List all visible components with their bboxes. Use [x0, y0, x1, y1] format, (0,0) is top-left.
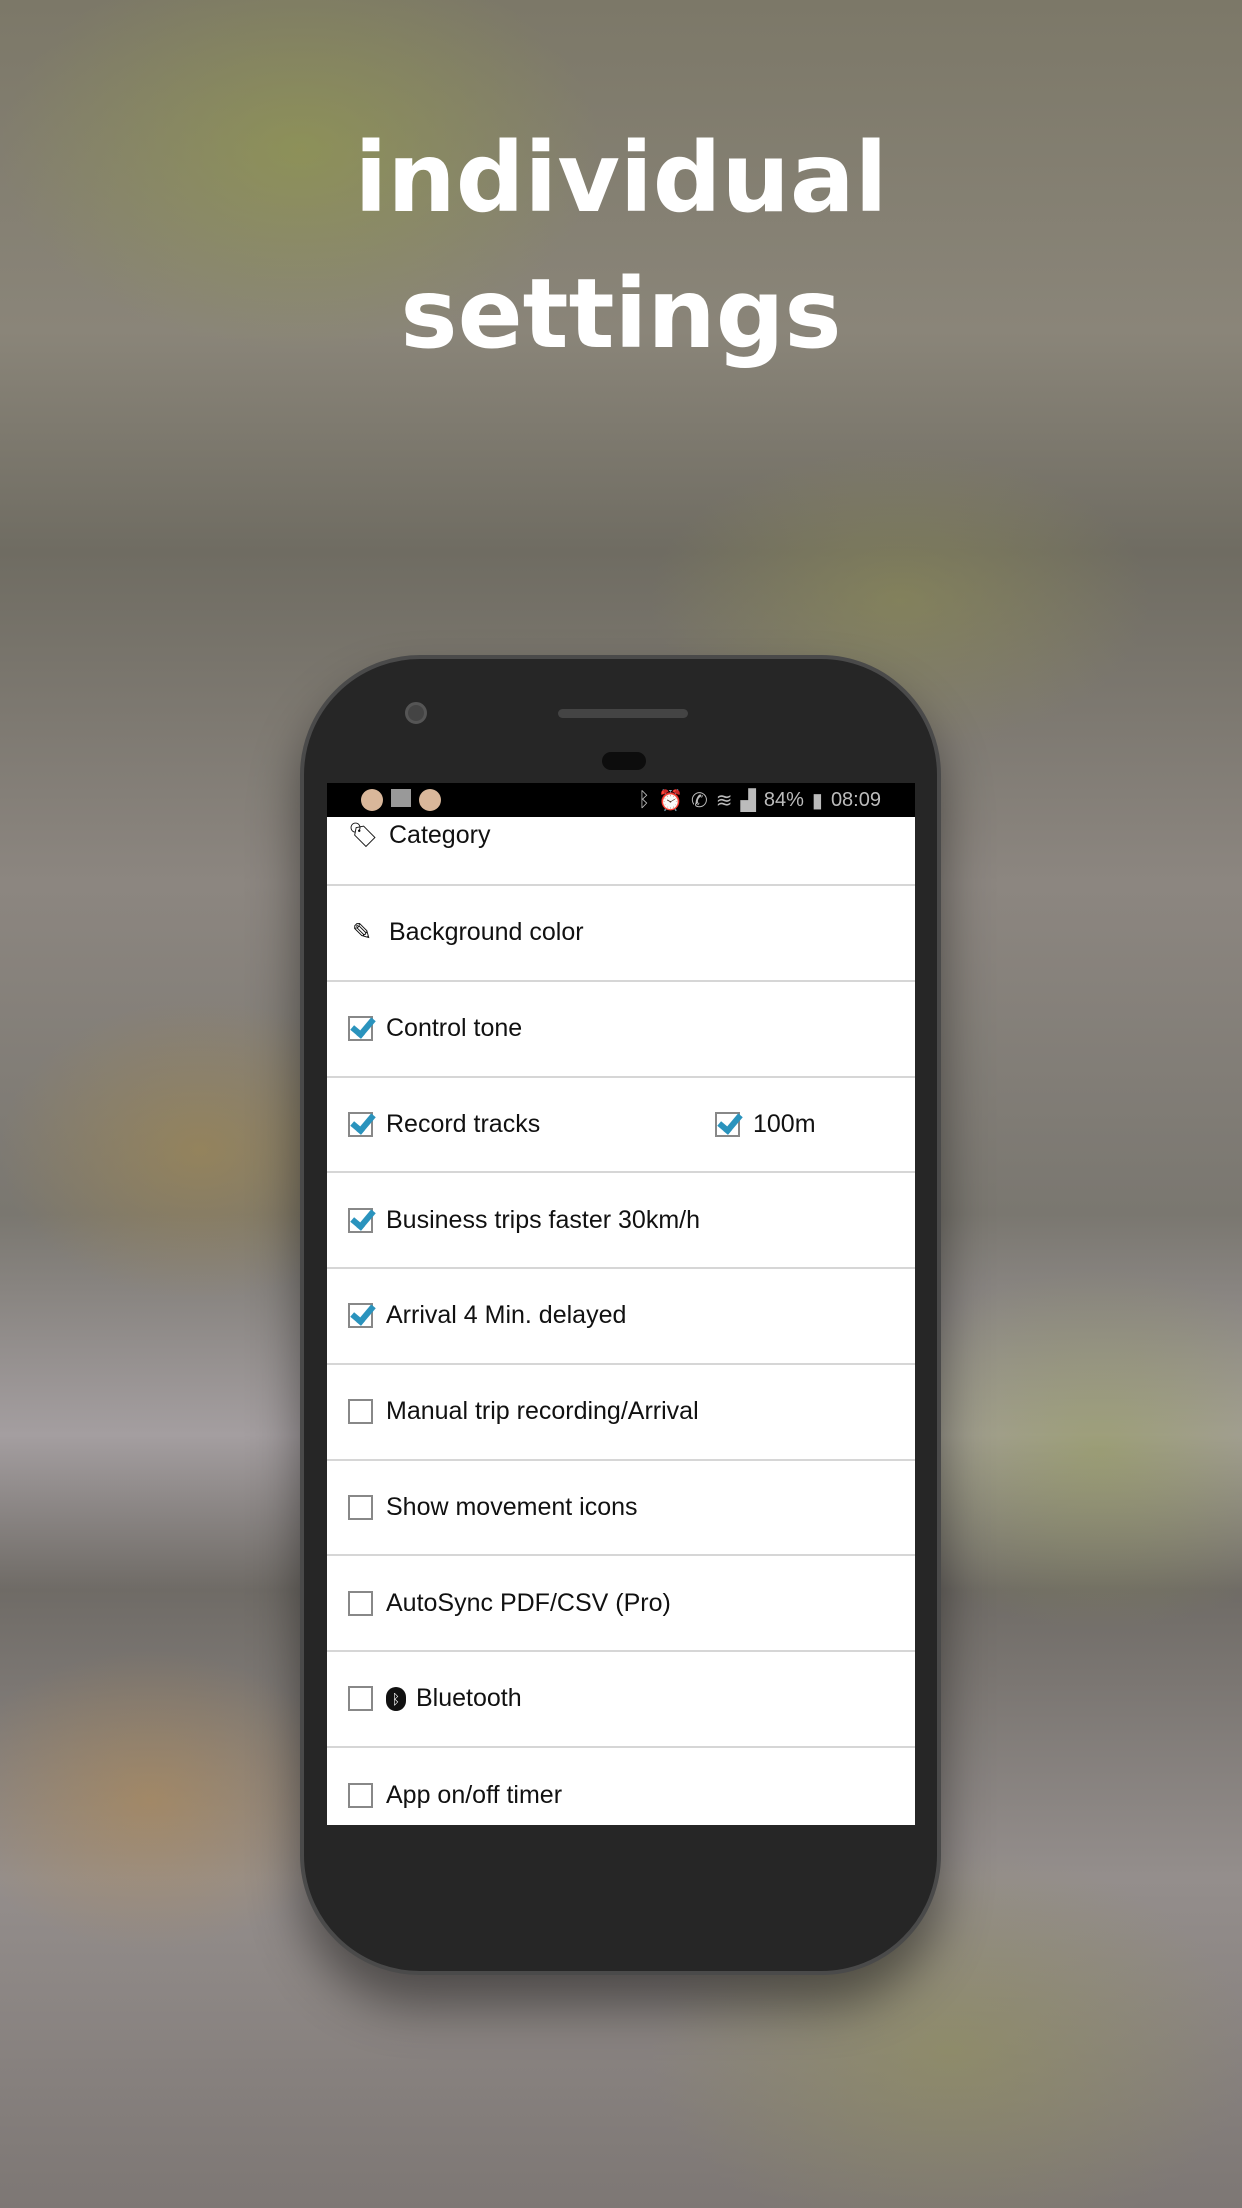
signal-icon: ▟	[740, 789, 756, 812]
checkbox[interactable]	[715, 1111, 740, 1137]
battery-icon: ▮	[811, 789, 823, 812]
checkbox[interactable]	[348, 1399, 373, 1425]
setting-label: Business trips faster 30km/h	[386, 1205, 701, 1234]
checkbox[interactable]	[348, 1303, 373, 1329]
grs-app-icon	[419, 789, 441, 811]
phone-screen: ᛒ ⏰ ✆ ≋ ▟ 84% ▮ 08:09 🏷 Category ✎ Backg…	[327, 783, 915, 1825]
setting-label: Arrival 4 Min. delayed	[386, 1301, 627, 1330]
camera	[405, 702, 427, 724]
setting-label: Record tracks	[386, 1109, 541, 1138]
checkbox[interactable]	[348, 1686, 373, 1712]
wifi-icon: ≋	[715, 789, 733, 812]
image-icon	[391, 789, 411, 807]
tag-icon: 🏷	[348, 822, 379, 849]
setting-label: Bluetooth	[416, 1684, 522, 1713]
wifi-call-icon: ✆	[690, 789, 708, 812]
setting-arrival-delay[interactable]: Arrival 4 Min. delayed	[327, 1269, 915, 1365]
checkbox[interactable]	[348, 1494, 373, 1520]
checkbox[interactable]	[348, 1111, 373, 1137]
setting-control-tone[interactable]: Control tone	[327, 982, 915, 1078]
setting-movement-icons[interactable]: Show movement icons	[327, 1461, 915, 1557]
speaker	[558, 709, 688, 718]
checkbox[interactable]	[348, 1207, 373, 1233]
setting-label: Show movement icons	[386, 1492, 638, 1521]
setting-category[interactable]: 🏷 Category	[327, 817, 915, 886]
track-interval-label: 100m	[753, 1109, 816, 1138]
setting-label: Control tone	[386, 1014, 523, 1043]
checkbox[interactable]	[348, 1590, 373, 1616]
setting-business-trips[interactable]: Business trips faster 30km/h	[327, 1173, 915, 1269]
track-interval-option[interactable]: 100m	[715, 1110, 816, 1139]
setting-label: App on/off timer	[386, 1781, 563, 1810]
setting-background-color[interactable]: ✎ Background color	[327, 886, 915, 982]
setting-label: AutoSync PDF/CSV (Pro)	[386, 1588, 671, 1617]
sensor	[602, 752, 646, 770]
setting-manual-recording[interactable]: Manual trip recording/Arrival	[327, 1365, 915, 1461]
setting-app-timer[interactable]: App on/off timer	[327, 1748, 915, 1825]
setting-record-tracks[interactable]: Record tracks 100m	[327, 1078, 915, 1174]
setting-label: Manual trip recording/Arrival	[386, 1397, 699, 1426]
setting-label: Background color	[389, 918, 584, 947]
setting-label: Category	[389, 821, 491, 849]
setting-bluetooth[interactable]: ᛒ Bluetooth	[327, 1652, 915, 1748]
headline-line-2: settings	[400, 258, 842, 370]
clock: 08:09	[830, 788, 881, 811]
bluetooth-icon: ᛒ	[386, 1686, 406, 1711]
eyedropper-icon: ✎	[351, 919, 373, 947]
headline: individual settings	[0, 110, 1242, 382]
checkbox[interactable]	[348, 1016, 373, 1042]
status-bar: ᛒ ⏰ ✆ ≋ ▟ 84% ▮ 08:09	[327, 783, 915, 817]
bluetooth-icon: ᛒ	[638, 788, 651, 811]
setting-autosync[interactable]: AutoSync PDF/CSV (Pro)	[327, 1556, 915, 1652]
grs-app-icon	[361, 789, 383, 811]
headline-line-1: individual	[354, 122, 888, 234]
alarm-icon: ⏰	[658, 789, 683, 812]
battery-percent: 84%	[763, 788, 804, 811]
checkbox[interactable]	[348, 1783, 373, 1809]
